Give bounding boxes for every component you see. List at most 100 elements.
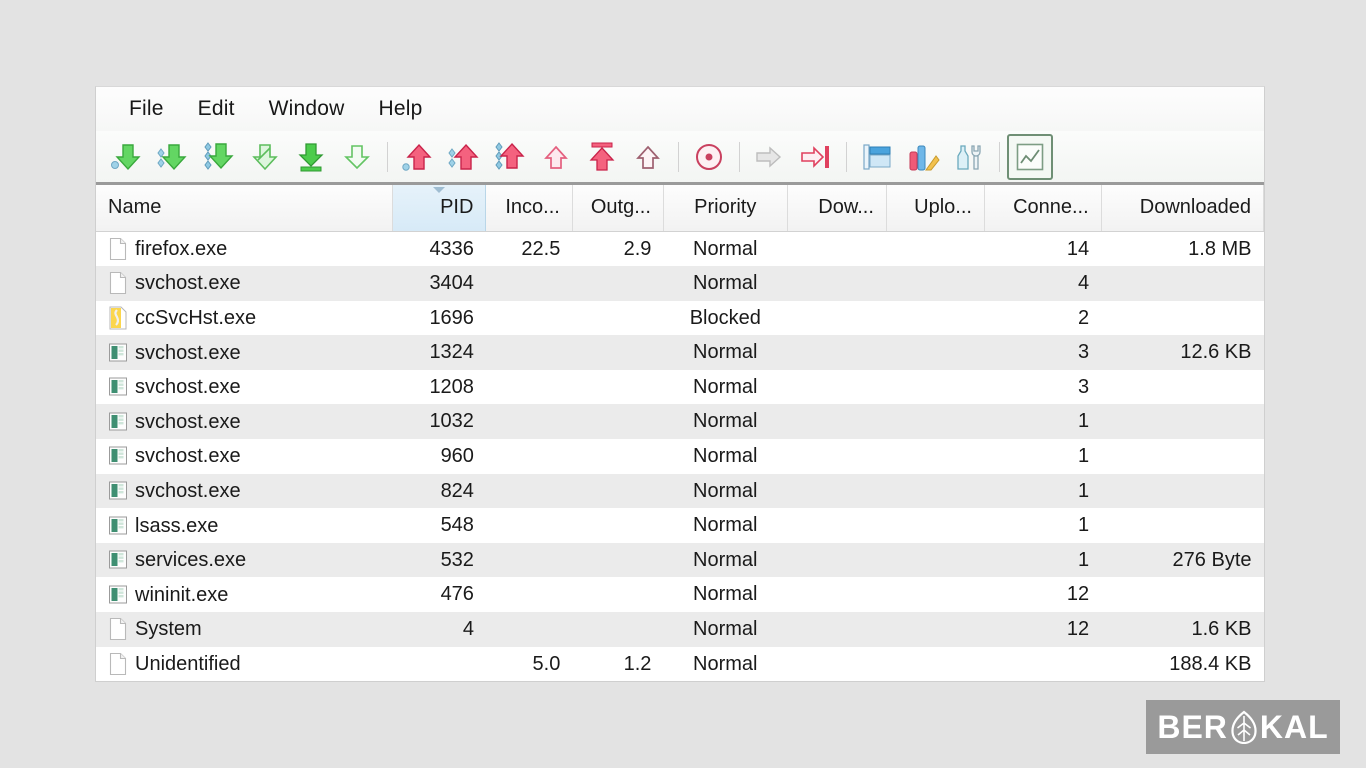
cell-priority: Normal: [663, 577, 788, 613]
block-traffic-button[interactable]: [793, 134, 839, 180]
cell-incoming: [485, 508, 573, 543]
process-name-label: svchost.exe: [135, 341, 241, 364]
upload-all-button[interactable]: [487, 134, 533, 180]
upload-resume-button[interactable]: [441, 134, 487, 180]
menu-bar: File Edit Window Help: [96, 87, 1264, 131]
window-layout-button[interactable]: [854, 134, 900, 180]
cell-name: svchost.exe: [96, 404, 393, 440]
name-cell-content: svchost.exe: [108, 410, 381, 434]
table-row[interactable]: services.exe 532 Normal 1 276 Byte: [96, 542, 1264, 578]
toolbar-separator-4: [846, 141, 847, 172]
table-row[interactable]: svchost.exe 824 Normal 1: [96, 473, 1264, 509]
table-row[interactable]: svchost.exe 960 Normal 1: [96, 439, 1264, 474]
download-start-button[interactable]: [104, 134, 150, 180]
cell-download: [787, 231, 887, 267]
cell-upload: [886, 646, 985, 681]
cell-incoming: [485, 369, 573, 405]
download-resume-button[interactable]: [150, 134, 196, 180]
download-all-button[interactable]: [196, 134, 242, 180]
table-row[interactable]: svchost.exe 3404 Normal 4: [96, 266, 1264, 301]
cell-pid: 476: [392, 577, 486, 613]
table-row[interactable]: Unidentified 5.0 1.2 Normal 188.4 KB: [96, 646, 1264, 681]
name-cell-content: services.exe: [108, 548, 381, 572]
cell-priority: Normal: [663, 542, 788, 578]
cell-download: [787, 335, 887, 370]
arrow-down-green-links-icon: [157, 143, 187, 170]
toolbar-separator-2: [678, 141, 679, 172]
table-row[interactable]: svchost.exe 1324 Normal 3 12.6 KB: [96, 335, 1264, 370]
download-limit-button[interactable]: [288, 134, 334, 180]
record-button[interactable]: [686, 134, 732, 180]
menu-file[interactable]: File: [112, 94, 181, 124]
column-header-name[interactable]: Name: [96, 185, 394, 232]
column-header-downloaded[interactable]: Downloaded: [1101, 185, 1264, 232]
column-header-upload[interactable]: Uplo...: [886, 185, 985, 232]
settings-button[interactable]: [946, 134, 992, 180]
cell-priority: Normal: [663, 335, 788, 370]
service-green-icon: [109, 481, 127, 500]
cell-connections: 1: [984, 473, 1102, 509]
table-row[interactable]: lsass.exe 548 Normal 1: [96, 508, 1264, 543]
cell-outgoing: [572, 439, 664, 474]
cell-download: [787, 266, 887, 301]
forward-traffic-button[interactable]: [747, 134, 793, 180]
column-header-pid[interactable]: PID: [392, 185, 487, 232]
cell-pid: 1324: [392, 335, 486, 370]
cell-upload: [886, 612, 985, 647]
download-stop-button[interactable]: [334, 134, 380, 180]
cell-downloaded: [1101, 266, 1264, 301]
column-header-priority[interactable]: Priority: [663, 185, 788, 232]
bar-chart-color-icon: [909, 145, 940, 170]
cell-downloaded: 188.4 KB: [1101, 646, 1264, 681]
cell-download: [787, 439, 887, 474]
cell-download: [787, 300, 887, 336]
cell-downloaded: 1.8 MB: [1101, 231, 1264, 267]
table-row[interactable]: firefox.exe 4336 22.5 2.9 Normal 14 1.8 MB: [96, 231, 1264, 267]
process-name-label: System: [135, 618, 202, 641]
cell-upload: [886, 404, 985, 440]
table-body: firefox.exe 4336 22.5 2.9 Normal 14 1.8 MB svch…: [96, 231, 1264, 681]
upload-stop-button[interactable]: [625, 134, 671, 180]
table-row[interactable]: svchost.exe 1208 Normal 3: [96, 369, 1264, 405]
statistics-button[interactable]: [900, 134, 946, 180]
name-cell-content: svchost.exe: [108, 271, 381, 295]
menu-help[interactable]: Help: [362, 94, 440, 124]
leaf-icon: [1231, 710, 1257, 744]
cell-priority: Normal: [663, 612, 788, 647]
upload-start-button[interactable]: [395, 134, 441, 180]
menu-window[interactable]: Window: [252, 94, 362, 124]
watermark-text-left: BER: [1157, 709, 1228, 745]
cell-download: [787, 577, 887, 613]
download-pause-button[interactable]: [242, 134, 288, 180]
process-name-label: firefox.exe: [135, 237, 228, 260]
column-header-incoming[interactable]: Inco...: [485, 185, 573, 232]
cell-priority: Normal: [663, 439, 788, 474]
table-row[interactable]: svchost.exe 1032 Normal 1: [96, 404, 1264, 440]
upload-limit-button[interactable]: [579, 134, 625, 180]
cell-pid: 548: [392, 508, 486, 543]
arrow-down-green-bar-icon: [298, 142, 324, 171]
cell-incoming: [485, 300, 573, 336]
cell-connections: 1: [984, 439, 1102, 474]
cell-pid: [392, 646, 486, 681]
watermark-text-right: KAL: [1259, 709, 1329, 745]
cell-name: svchost.exe: [96, 266, 393, 301]
upload-pause-button[interactable]: [533, 134, 579, 180]
column-header-outgoing[interactable]: Outg...: [572, 185, 664, 232]
menu-edit[interactable]: Edit: [181, 94, 252, 124]
table-row[interactable]: ccSvcHst.exe 1696 Blocked 2: [96, 300, 1264, 336]
process-name-label: wininit.exe: [135, 583, 229, 606]
process-table-container[interactable]: Name PID Inco... Outg... Priority Dow...…: [96, 185, 1264, 681]
table-row[interactable]: wininit.exe 476 Normal 12: [96, 577, 1264, 613]
cell-pid: 960: [392, 439, 486, 474]
cell-downloaded: [1101, 473, 1264, 509]
graph-view-button[interactable]: [1007, 133, 1053, 180]
cell-outgoing: [572, 542, 664, 578]
process-name-label: svchost.exe: [135, 272, 241, 295]
table-row[interactable]: System 4 Normal 12 1.6 KB: [96, 612, 1264, 647]
column-header-download[interactable]: Dow...: [787, 185, 887, 232]
column-header-connections[interactable]: Conne...: [984, 185, 1102, 232]
cell-name: System: [96, 612, 393, 647]
cell-incoming: [485, 542, 573, 578]
cell-outgoing: [572, 266, 664, 301]
